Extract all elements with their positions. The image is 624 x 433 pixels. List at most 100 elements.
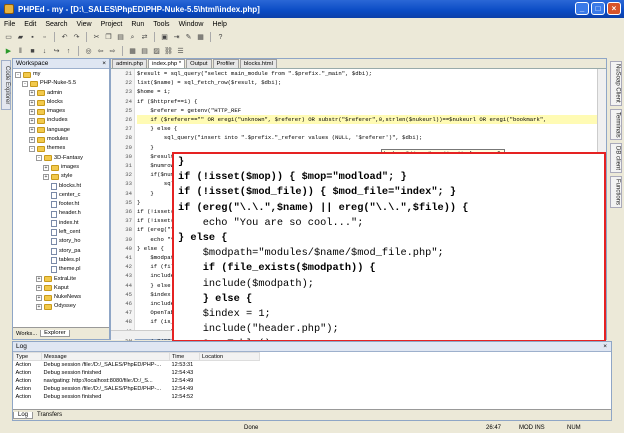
- pause-icon[interactable]: ‖: [16, 47, 25, 56]
- tree-item[interactable]: footer.ht: [15, 200, 107, 209]
- expand-icon[interactable]: -: [15, 71, 21, 78]
- log-row[interactable]: Action Debug session /file:/D:/_SALES/Php…: [14, 385, 260, 393]
- undo-icon[interactable]: ↶: [60, 33, 69, 42]
- menu-item-run[interactable]: Run: [131, 21, 144, 28]
- tree-item[interactable]: story_ho: [15, 237, 107, 246]
- close-button[interactable]: ×: [607, 2, 621, 15]
- editor-tab[interactable]: Output: [186, 59, 212, 68]
- tree-item[interactable]: + language: [15, 126, 107, 135]
- browser-icon[interactable]: ◎: [84, 47, 93, 56]
- expand-icon[interactable]: +: [43, 173, 49, 180]
- tree-item[interactable]: center_c: [15, 191, 107, 200]
- tree-item[interactable]: + images: [15, 163, 107, 172]
- expand-icon[interactable]: +: [36, 276, 42, 283]
- link-icon[interactable]: ⛓: [164, 47, 173, 56]
- help-icon[interactable]: ?: [216, 33, 225, 42]
- find-icon[interactable]: ⌕: [128, 33, 137, 42]
- new-file-icon[interactable]: ▭: [4, 33, 13, 42]
- expand-icon[interactable]: +: [29, 118, 35, 125]
- tree-item[interactable]: + admin: [15, 89, 107, 98]
- replace-icon[interactable]: ⇄: [140, 33, 149, 42]
- menu-item-help[interactable]: Help: [212, 21, 226, 28]
- tree-item[interactable]: + style: [15, 172, 107, 181]
- tree-item[interactable]: + images: [15, 107, 107, 116]
- editor-tab[interactable]: Profiler: [212, 59, 239, 68]
- expand-icon[interactable]: +: [29, 108, 35, 115]
- save-all-icon[interactable]: ▫: [40, 33, 49, 42]
- log-tab-transfers[interactable]: Transfers: [33, 412, 66, 418]
- log-column-header[interactable]: Time: [169, 352, 200, 361]
- side-tab-terminals[interactable]: Terminals: [609, 108, 622, 141]
- log-row[interactable]: Action Debug session finished 12:54:43: [14, 369, 260, 377]
- back-icon[interactable]: ⇦: [96, 47, 105, 56]
- save-icon[interactable]: ▪: [28, 33, 37, 42]
- tree-item[interactable]: story_pa: [15, 247, 107, 256]
- tree-item[interactable]: - PHP-Nuke-5.5: [15, 79, 107, 88]
- expand-icon[interactable]: +: [29, 99, 35, 106]
- list-icon[interactable]: ☰: [176, 47, 185, 56]
- copy-icon[interactable]: ❐: [104, 33, 113, 42]
- stop-icon[interactable]: ■: [28, 47, 37, 56]
- maximize-button[interactable]: □: [591, 2, 605, 15]
- tree-item[interactable]: - 3D-Fantasy: [15, 154, 107, 163]
- side-tab-functions[interactable]: Functions: [609, 176, 622, 209]
- cut-icon[interactable]: ✂: [92, 33, 101, 42]
- tree-item[interactable]: theme.pl: [15, 265, 107, 274]
- redo-icon[interactable]: ↷: [72, 33, 81, 42]
- log-column-header[interactable]: Type: [13, 352, 42, 361]
- tree-item[interactable]: header.h: [15, 209, 107, 218]
- editor-tab[interactable]: index.php *: [148, 59, 186, 68]
- window-icon[interactable]: ▦: [196, 33, 205, 42]
- paste-icon[interactable]: ▤: [116, 33, 125, 42]
- comment-icon[interactable]: ✎: [184, 33, 193, 42]
- tree-item[interactable]: + includes: [15, 116, 107, 125]
- expand-icon[interactable]: +: [43, 164, 49, 171]
- tree-item[interactable]: + NukeNews: [15, 293, 107, 302]
- expand-icon[interactable]: -: [36, 155, 42, 162]
- menu-item-project[interactable]: Project: [101, 21, 123, 28]
- menu-item-window[interactable]: Window: [179, 21, 204, 28]
- tree-item[interactable]: + blocks: [15, 98, 107, 107]
- log-column-header[interactable]: Location: [199, 352, 260, 361]
- log-tab-log[interactable]: Log: [13, 411, 34, 419]
- bookmark-icon[interactable]: ▣: [160, 33, 169, 42]
- menu-item-edit[interactable]: Edit: [24, 21, 36, 28]
- expand-icon[interactable]: +: [36, 294, 42, 301]
- close-icon[interactable]: ×: [603, 343, 607, 350]
- menu-item-file[interactable]: File: [4, 21, 15, 28]
- log-row[interactable]: Action Debug session /file:/D:/_SALES/Php…: [14, 361, 260, 369]
- indent-icon[interactable]: ⇥: [172, 33, 181, 42]
- expand-icon[interactable]: +: [29, 127, 35, 134]
- image-icon[interactable]: ▨: [152, 47, 161, 56]
- expand-icon[interactable]: -: [22, 80, 28, 87]
- menu-item-view[interactable]: View: [77, 21, 92, 28]
- tree-item[interactable]: index.ht: [15, 219, 107, 228]
- menu-item-search[interactable]: Search: [45, 21, 67, 28]
- open-folder-icon[interactable]: ▰: [16, 33, 25, 42]
- tree-item[interactable]: + Odyssey: [15, 302, 107, 311]
- step-over-icon[interactable]: ↪: [52, 47, 61, 56]
- tree-item[interactable]: + ExtraLite: [15, 275, 107, 284]
- step-out-icon[interactable]: ↑: [64, 47, 73, 56]
- expand-icon[interactable]: +: [29, 136, 35, 143]
- run-icon[interactable]: ▶: [4, 47, 13, 56]
- close-icon[interactable]: ×: [102, 60, 106, 67]
- tree-item[interactable]: - my: [15, 70, 107, 79]
- tree-item[interactable]: tables.pl: [15, 256, 107, 265]
- side-tab-nusoap-client[interactable]: NuSoap Client: [609, 61, 622, 106]
- table-icon[interactable]: ▦: [128, 47, 137, 56]
- editor-tab[interactable]: admin.php: [112, 59, 148, 68]
- workspace-tab-1[interactable]: Explorer: [40, 330, 70, 337]
- log-row[interactable]: Action navigating: http://localhost:8080/…: [14, 377, 260, 385]
- tree-item[interactable]: blocks.ht: [15, 182, 107, 191]
- log-column-header[interactable]: Message: [41, 352, 170, 361]
- form-icon[interactable]: ▤: [140, 47, 149, 56]
- tree-item[interactable]: + Kaput: [15, 284, 107, 293]
- menu-item-tools[interactable]: Tools: [153, 21, 169, 28]
- workspace-tab-0[interactable]: Works...: [13, 331, 40, 337]
- step-into-icon[interactable]: ↓: [40, 47, 49, 56]
- expand-icon[interactable]: +: [29, 90, 35, 97]
- expand-icon[interactable]: -: [29, 146, 35, 153]
- expand-icon[interactable]: +: [36, 285, 42, 292]
- tree-item[interactable]: left_cent: [15, 228, 107, 237]
